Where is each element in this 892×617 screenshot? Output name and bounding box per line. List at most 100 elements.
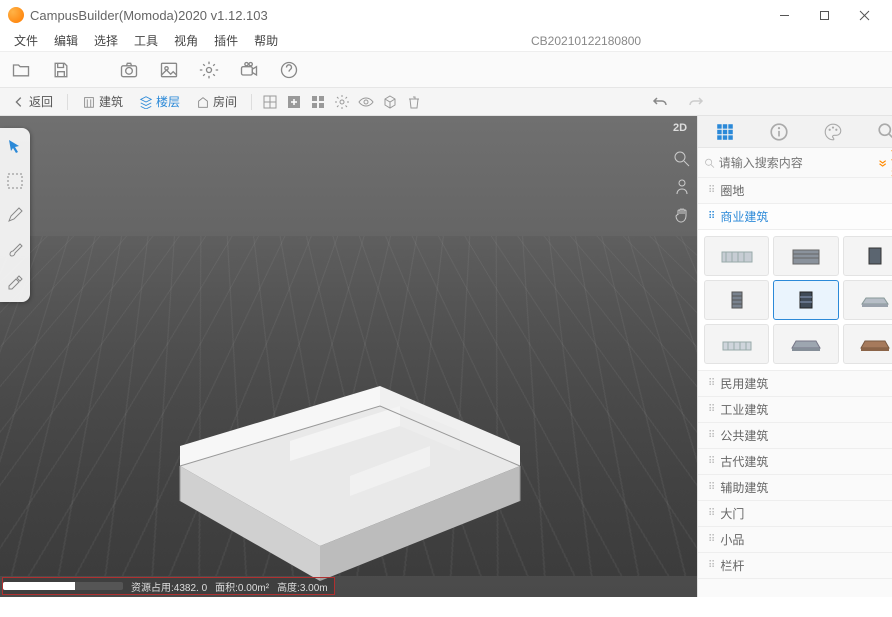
3d-viewport[interactable]: 2D 资源占用:4382. 0 面积:0.00m² 高度:3.00m — [0, 116, 697, 597]
building-model[interactable] — [120, 346, 540, 586]
menu-tools[interactable]: 工具 — [128, 30, 164, 51]
right-panel: 更多 ⠿圈地 ⠿商业建筑 ⠿民用建筑 ⠿工业建筑 ⠿公共建筑 ⠿古代建筑 ⠿辅助… — [697, 116, 892, 597]
redo-button[interactable] — [688, 94, 704, 110]
mode-room[interactable]: 房间 — [192, 91, 241, 112]
status-memory: 资源占用:4382. 0 — [131, 579, 207, 594]
cat-public[interactable]: ⠿公共建筑 — [698, 423, 892, 449]
grip-icon: ⠿ — [708, 211, 714, 222]
asset-thumb-4[interactable] — [704, 280, 769, 320]
cat-smallitems[interactable]: ⠿小品 — [698, 527, 892, 553]
mode-floor[interactable]: 楼层 — [135, 91, 184, 112]
asset-thumb-6[interactable] — [843, 280, 892, 320]
brush-tool[interactable] — [6, 240, 24, 258]
memory-bar — [3, 582, 123, 590]
status-height: 高度:3.00m — [277, 579, 328, 594]
grip-icon: ⠿ — [708, 560, 714, 571]
grid-toggle[interactable] — [262, 94, 278, 110]
settings-button[interactable] — [198, 59, 220, 81]
panel-tabs — [698, 116, 892, 148]
image-button[interactable] — [158, 59, 180, 81]
cat-auxiliary[interactable]: ⠿辅助建筑 — [698, 475, 892, 501]
hand-tool[interactable] — [673, 206, 691, 224]
help-button[interactable] — [278, 59, 300, 81]
asset-thumb-2[interactable] — [773, 236, 838, 276]
status-bar: 资源占用:4382. 0 面积:0.00m² 高度:3.00m — [2, 577, 335, 595]
undo-button[interactable] — [652, 94, 668, 110]
mode-floor-label: 楼层 — [156, 93, 180, 110]
tab-info[interactable] — [769, 122, 789, 142]
viewport-left-tools — [0, 128, 30, 302]
menu-edit[interactable]: 编辑 — [48, 30, 84, 51]
eyedropper-tool[interactable] — [6, 274, 24, 292]
floors-icon — [139, 95, 153, 109]
maximize-button[interactable] — [804, 0, 844, 30]
titlebar: CampusBuilder(Momoda)2020 v1.12.103 — [0, 0, 892, 30]
menu-plugin[interactable]: 插件 — [208, 30, 244, 51]
tab-search[interactable] — [877, 122, 892, 142]
cat-enclosure[interactable]: ⠿圈地 — [698, 178, 892, 204]
more-icon — [878, 157, 887, 169]
sub-toolbar: 返回 建筑 楼层 房间 — [0, 88, 892, 116]
asset-thumbs — [698, 230, 892, 371]
close-button[interactable] — [844, 0, 884, 30]
menu-view[interactable]: 视角 — [168, 30, 204, 51]
camera-button[interactable] — [118, 59, 140, 81]
asset-thumb-8[interactable] — [773, 324, 838, 364]
tab-library[interactable] — [715, 122, 735, 142]
save-button[interactable] — [50, 59, 72, 81]
cat-ancient[interactable]: ⠿古代建筑 — [698, 449, 892, 475]
mode-room-label: 房间 — [213, 93, 237, 110]
status-area: 面积:0.00m² — [215, 579, 269, 594]
menubar: 文件 编辑 选择 工具 视角 插件 帮助 CB20210122180800 — [0, 30, 892, 52]
select-rect-tool[interactable] — [6, 172, 24, 190]
person-view[interactable] — [673, 178, 691, 196]
document-name: CB20210122180800 — [288, 34, 884, 48]
mode-building[interactable]: 建筑 — [78, 91, 127, 112]
cat-residential[interactable]: ⠿民用建筑 — [698, 371, 892, 397]
grip-icon: ⠿ — [708, 404, 714, 415]
delete-button[interactable] — [406, 94, 422, 110]
back-button[interactable]: 返回 — [8, 91, 57, 112]
cube-button[interactable] — [382, 94, 398, 110]
main-toolbar — [0, 52, 892, 88]
tab-palette[interactable] — [823, 122, 843, 142]
back-arrow-icon — [12, 95, 26, 109]
eye-button[interactable] — [358, 94, 374, 110]
gear-mini[interactable] — [334, 94, 350, 110]
grip-icon: ⠿ — [708, 508, 714, 519]
add-button[interactable] — [286, 94, 302, 110]
grip-icon: ⠿ — [708, 456, 714, 467]
minimize-button[interactable] — [764, 0, 804, 30]
2d-toggle[interactable]: 2D — [673, 122, 691, 140]
grip-icon: ⠿ — [708, 482, 714, 493]
pen-tool[interactable] — [6, 206, 24, 224]
asset-thumb-1[interactable] — [704, 236, 769, 276]
asset-thumb-3[interactable] — [843, 236, 892, 276]
cat-railings[interactable]: ⠿栏杆 — [698, 553, 892, 579]
room-icon — [196, 95, 210, 109]
cat-commercial[interactable]: ⠿商业建筑 — [698, 204, 892, 230]
pointer-tool[interactable] — [6, 138, 24, 156]
asset-thumb-7[interactable] — [704, 324, 769, 364]
open-button[interactable] — [10, 59, 32, 81]
grip-icon: ⠿ — [708, 534, 714, 545]
zoom-tool[interactable] — [673, 150, 691, 168]
window-title: CampusBuilder(Momoda)2020 v1.12.103 — [30, 8, 268, 23]
menu-help[interactable]: 帮助 — [248, 30, 284, 51]
building-icon — [82, 95, 96, 109]
asset-search: 更多 — [698, 148, 892, 178]
search-input[interactable] — [719, 156, 874, 170]
app-logo — [8, 7, 24, 23]
apps-button[interactable] — [310, 94, 326, 110]
mode-building-label: 建筑 — [99, 93, 123, 110]
menu-file[interactable]: 文件 — [8, 30, 44, 51]
record-button[interactable] — [238, 59, 260, 81]
asset-thumb-9[interactable] — [843, 324, 892, 364]
cat-industrial[interactable]: ⠿工业建筑 — [698, 397, 892, 423]
asset-thumb-5[interactable] — [773, 280, 838, 320]
cat-gates[interactable]: ⠿大门 — [698, 501, 892, 527]
menu-select[interactable]: 选择 — [88, 30, 124, 51]
grip-icon: ⠿ — [708, 185, 714, 196]
main-area: 2D 资源占用:4382. 0 面积:0.00m² 高度:3.00m — [0, 116, 892, 597]
grip-icon: ⠿ — [708, 378, 714, 389]
